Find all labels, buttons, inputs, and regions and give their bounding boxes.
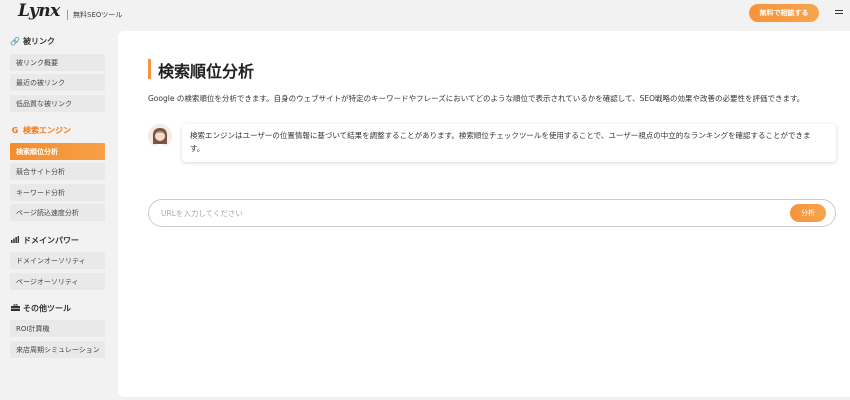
sidebar-item-low-quality-backlinks[interactable]: 低品質な被リンク <box>10 95 105 112</box>
sidebar-item-backlink-overview[interactable]: 被リンク概要 <box>10 54 105 71</box>
page-title: 検索順位分析 <box>158 62 255 81</box>
sidebar-item-page-authority[interactable]: ページオーソリティ <box>10 273 105 290</box>
sidebar-section-search-engine: G 検索エンジン <box>11 126 71 135</box>
sidebar-item-rank-analysis[interactable]: 検索順位分析 <box>10 143 105 160</box>
sidebar-item-roi-calculator[interactable]: ROI計算機 <box>10 320 105 337</box>
bar-chart-icon <box>10 236 20 245</box>
sidebar-item-page-speed-analysis[interactable]: ページ読込速度分析 <box>10 204 105 221</box>
sidebar-item-domain-authority[interactable]: ドメインオーソリティ <box>10 252 105 269</box>
free-consultation-button[interactable]: 無料で相談する <box>749 4 819 22</box>
logo-divider <box>67 10 68 20</box>
info-bubble-line1: 検索エンジンはユーザーの位置情報に基づいて結果を調整することがあります。検索順位… <box>190 131 811 140</box>
toolbox-icon <box>10 303 20 313</box>
analyze-button[interactable]: 分析 <box>790 204 826 222</box>
link-icon: 🔗 <box>10 37 20 46</box>
url-search-bar: 分析 <box>148 199 836 227</box>
sidebar-item-recent-backlinks[interactable]: 最近の被リンク <box>10 74 105 91</box>
main-content: 検索順位分析 Google の検索順位を分析できます。自身のウェブサイトが特定の… <box>118 31 850 397</box>
sidebar: 🔗 被リンク 被リンク概要 最近の被リンク 低品質な被リンク G 検索エンジン … <box>0 28 115 400</box>
logo-subtitle: 無料SEOツール <box>73 11 123 19</box>
title-accent-bar <box>148 59 151 79</box>
info-bubble-line2: す。 <box>190 144 205 153</box>
info-bubble: 検索エンジンはユーザーの位置情報に基づいて結果を調整することがあります。検索順位… <box>182 124 836 162</box>
sidebar-item-competitor-analysis[interactable]: 競合サイト分析 <box>10 163 105 180</box>
sidebar-section-backlinks: 🔗 被リンク <box>10 37 55 46</box>
sidebar-section-domain-power: ドメインパワー <box>10 235 79 246</box>
page-description: Google の検索順位を分析できます。自身のウェブサイトが特定のキーワードやフ… <box>148 94 805 103</box>
sidebar-item-keyword-analysis[interactable]: キーワード分析 <box>10 184 105 201</box>
sidebar-section-other-tools: その他ツール <box>10 303 71 314</box>
url-input[interactable] <box>161 205 761 221</box>
avatar <box>148 124 172 148</box>
hamburger-menu-icon[interactable] <box>835 10 843 17</box>
sidebar-item-visit-cycle-simulation[interactable]: 来店周期シミュレーション <box>10 341 105 358</box>
header: Lynx 無料SEOツール 無料で相談する <box>0 0 850 28</box>
logo[interactable]: Lynx <box>18 1 60 21</box>
google-icon: G <box>11 126 19 135</box>
